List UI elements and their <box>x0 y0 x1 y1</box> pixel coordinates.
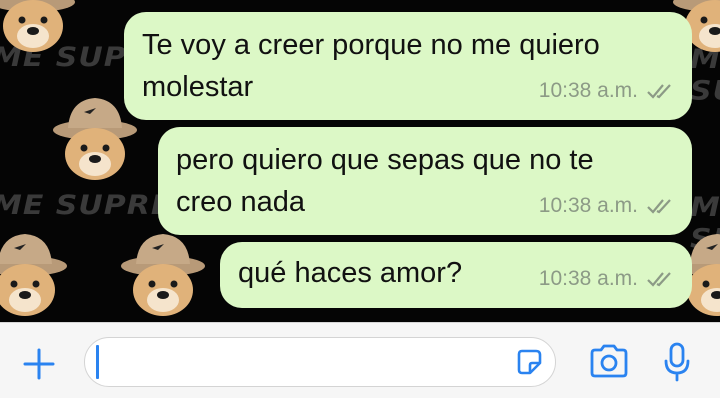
message-line: creo nada <box>176 186 305 218</box>
message-input[interactable] <box>84 337 556 387</box>
dog-hat-illustration <box>121 234 205 316</box>
message-time: 10:38 a.m. <box>538 267 638 290</box>
message-composer <box>0 322 720 398</box>
double-check-icon <box>647 84 671 99</box>
message-time: 10:38 a.m. <box>538 79 638 102</box>
outgoing-message[interactable]: Te voy a creer porque no me quiero moles… <box>124 12 692 120</box>
double-check-icon <box>647 199 671 214</box>
message-line: pero quiero que sepas que no te <box>176 144 594 176</box>
text-cursor <box>96 345 99 379</box>
sticker-icon[interactable] <box>515 348 543 376</box>
message-text: Te voy a creer porque no me quiero moles… <box>142 24 600 108</box>
dog-hat-illustration <box>0 0 75 52</box>
outgoing-message[interactable]: qué haces amor? 10:38 a.m. <box>220 242 692 308</box>
microphone-icon[interactable] <box>662 341 692 383</box>
plus-icon[interactable] <box>22 347 56 381</box>
message-time: 10:38 a.m. <box>538 194 638 217</box>
message-line: Te voy a creer porque no me quiero <box>142 29 600 61</box>
message-meta: 10:38 a.m. <box>539 70 676 112</box>
message-text: pero quiero que sepas que no te creo nad… <box>176 139 594 223</box>
double-check-icon <box>647 272 671 287</box>
dog-hat-illustration <box>0 234 67 316</box>
message-meta: 10:38 a.m. <box>539 258 676 300</box>
camera-icon[interactable] <box>588 343 630 379</box>
message-meta: 10:38 a.m. <box>539 185 676 227</box>
message-text: qué haces amor? <box>238 257 463 289</box>
message-line: molestar <box>142 71 254 103</box>
outgoing-message[interactable]: pero quiero que sepas que no te creo nad… <box>158 127 692 235</box>
